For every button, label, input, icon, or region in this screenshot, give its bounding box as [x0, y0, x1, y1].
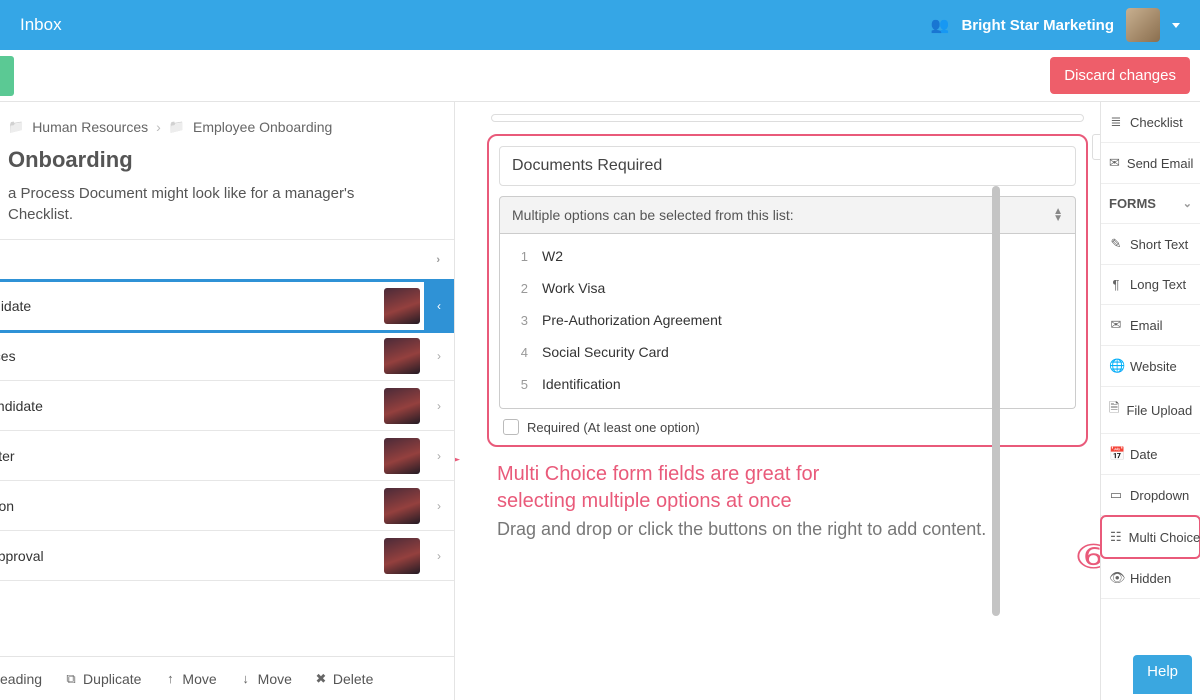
widget-short-text[interactable]: ✎Short Text [1101, 224, 1200, 265]
move-up-button[interactable]: ↑Move [163, 671, 216, 687]
help-button[interactable]: Help [1133, 655, 1192, 694]
user-avatar[interactable] [1126, 8, 1160, 42]
option-row[interactable]: 1W2 [504, 240, 1071, 272]
mail-icon: ✉ [1109, 155, 1120, 171]
widget-website[interactable]: 🌐Website [1101, 346, 1200, 387]
task-label: Information [0, 498, 384, 514]
chevron-right-icon: › [424, 349, 454, 363]
task-row[interactable]: Offer Letter › [0, 431, 455, 481]
task-label: ob to Candidate [0, 398, 384, 414]
envelope-icon: ✉ [1109, 317, 1123, 333]
option-row[interactable]: 2Work Visa [504, 272, 1071, 304]
section-header[interactable]: r:› [0, 239, 455, 281]
scrollbar-thumb[interactable] [992, 186, 1000, 616]
paragraph-icon: ¶ [1109, 277, 1123, 292]
duplicate-icon: ⧉ [64, 671, 78, 687]
assignee-avatar[interactable] [384, 438, 420, 474]
forms-section-header[interactable]: FORMS⌄ [1101, 184, 1200, 224]
file-icon: 🗎 [1109, 399, 1119, 421]
task-row[interactable]: ob to Candidate › [0, 381, 455, 431]
duplicate-button[interactable]: ⧉Duplicate [64, 671, 141, 687]
editor-panel: × Multiple options can be selected from … [455, 102, 1100, 700]
chevron-right-icon: › [424, 449, 454, 463]
drop-hint: Drag and drop or click the buttons on th… [483, 515, 1092, 540]
user-menu-caret-icon[interactable] [1172, 23, 1180, 28]
save-button-stub[interactable] [0, 56, 14, 96]
breadcrumb-item[interactable]: Employee Onboarding [193, 119, 332, 135]
assignee-avatar[interactable] [384, 388, 420, 424]
page-title: Onboarding [0, 145, 454, 183]
chevron-right-icon: › [156, 119, 161, 135]
multichoice-icon: ☷ [1110, 529, 1122, 545]
select-header-label: Multiple options can be selected from th… [512, 207, 794, 223]
edit-icon: ✎ [1109, 236, 1123, 252]
org-name[interactable]: Bright Star Marketing [961, 17, 1114, 34]
hidden-icon: 👁 [1109, 570, 1123, 586]
dropdown-icon: ▭ [1109, 487, 1123, 503]
action-bar: Discard changes [0, 50, 1200, 102]
task-row[interactable]: ask for approval › [0, 531, 455, 581]
chevron-right-icon: › [424, 549, 454, 563]
arrow-up-icon: ↑ [163, 671, 177, 686]
arrow-down-icon: ↓ [239, 671, 253, 686]
chevron-right-icon: › [424, 499, 454, 513]
delete-icon: ✖ [314, 671, 328, 687]
heading-button[interactable]: eading [0, 671, 42, 687]
chevron-left-icon[interactable]: ‹ [424, 281, 454, 330]
breadcrumb: Human Resources › Employee Onboarding [0, 112, 454, 145]
annotation-arrow-icon: ➤ [455, 442, 462, 477]
annotation-arrow-icon: ➅ [1077, 540, 1100, 575]
option-row[interactable]: 4Social Security Card [504, 336, 1071, 368]
chevron-down-icon: ⌄ [1183, 197, 1192, 210]
assignee-avatar[interactable] [384, 288, 420, 324]
page-subtitle: a Process Document might look like for a… [0, 183, 454, 239]
widget-file-upload[interactable]: 🗎File Upload [1101, 387, 1200, 434]
scrollbar[interactable] [990, 102, 1000, 700]
group-icon: 👥 [931, 16, 950, 34]
list-icon: ≣ [1109, 114, 1123, 130]
folder-icon [8, 118, 24, 135]
option-row[interactable]: 3Pre-Authorization Agreement [504, 304, 1071, 336]
folder-icon [169, 118, 185, 135]
widget-send-email[interactable]: ✉Send Email [1101, 143, 1200, 184]
breadcrumb-item[interactable]: Human Resources [32, 119, 148, 135]
task-row[interactable]: References › [0, 331, 455, 381]
calendar-icon: 📅 [1109, 446, 1123, 462]
discard-changes-button[interactable]: Discard changes [1050, 57, 1190, 94]
task-label: ask for approval [0, 548, 384, 564]
chevron-right-icon: › [436, 254, 440, 266]
task-row[interactable]: the Candidate ‹ [0, 281, 455, 331]
widget-email[interactable]: ✉Email [1101, 305, 1200, 346]
widget-hidden[interactable]: 👁Hidden [1101, 558, 1200, 599]
task-label: References [0, 348, 384, 364]
task-row[interactable]: Information › [0, 481, 455, 531]
task-label: Offer Letter [0, 448, 384, 464]
widgets-sidebar: ≣Checklist ✉Send Email FORMS⌄ ✎Short Tex… [1100, 102, 1200, 700]
option-row[interactable]: 5Identification [504, 368, 1071, 400]
required-checkbox[interactable] [503, 419, 519, 435]
sort-icon: ▲▼ [1053, 208, 1063, 222]
chevron-right-icon: › [424, 399, 454, 413]
delete-button[interactable]: ✖Delete [314, 671, 373, 687]
left-panel: Human Resources › Employee Onboarding On… [0, 102, 455, 700]
widget-dropdown[interactable]: ▭Dropdown [1101, 475, 1200, 516]
move-down-button[interactable]: ↓Move [239, 671, 292, 687]
assignee-avatar[interactable] [384, 538, 420, 574]
inbox-link[interactable]: Inbox [20, 15, 62, 35]
task-label: the Candidate [0, 298, 384, 314]
widget-long-text[interactable]: ¶Long Text [1101, 265, 1200, 305]
top-bar: Inbox 👥 Bright Star Marketing [0, 0, 1200, 50]
widget-multi-choice[interactable]: ☷Multi Choice [1100, 515, 1200, 559]
widget-date[interactable]: 📅Date [1101, 434, 1200, 475]
task-toolbar: eading ⧉Duplicate ↑Move ↓Move ✖Delete [0, 656, 454, 700]
annotation-text: Multi Choice form fields are great forse… [483, 447, 1092, 515]
assignee-avatar[interactable] [384, 338, 420, 374]
assignee-avatar[interactable] [384, 488, 420, 524]
widget-checklist[interactable]: ≣Checklist [1101, 102, 1200, 143]
required-label: Required (At least one option) [527, 420, 700, 435]
close-card-button[interactable]: × [1092, 134, 1100, 160]
globe-icon: 🌐 [1109, 358, 1123, 374]
